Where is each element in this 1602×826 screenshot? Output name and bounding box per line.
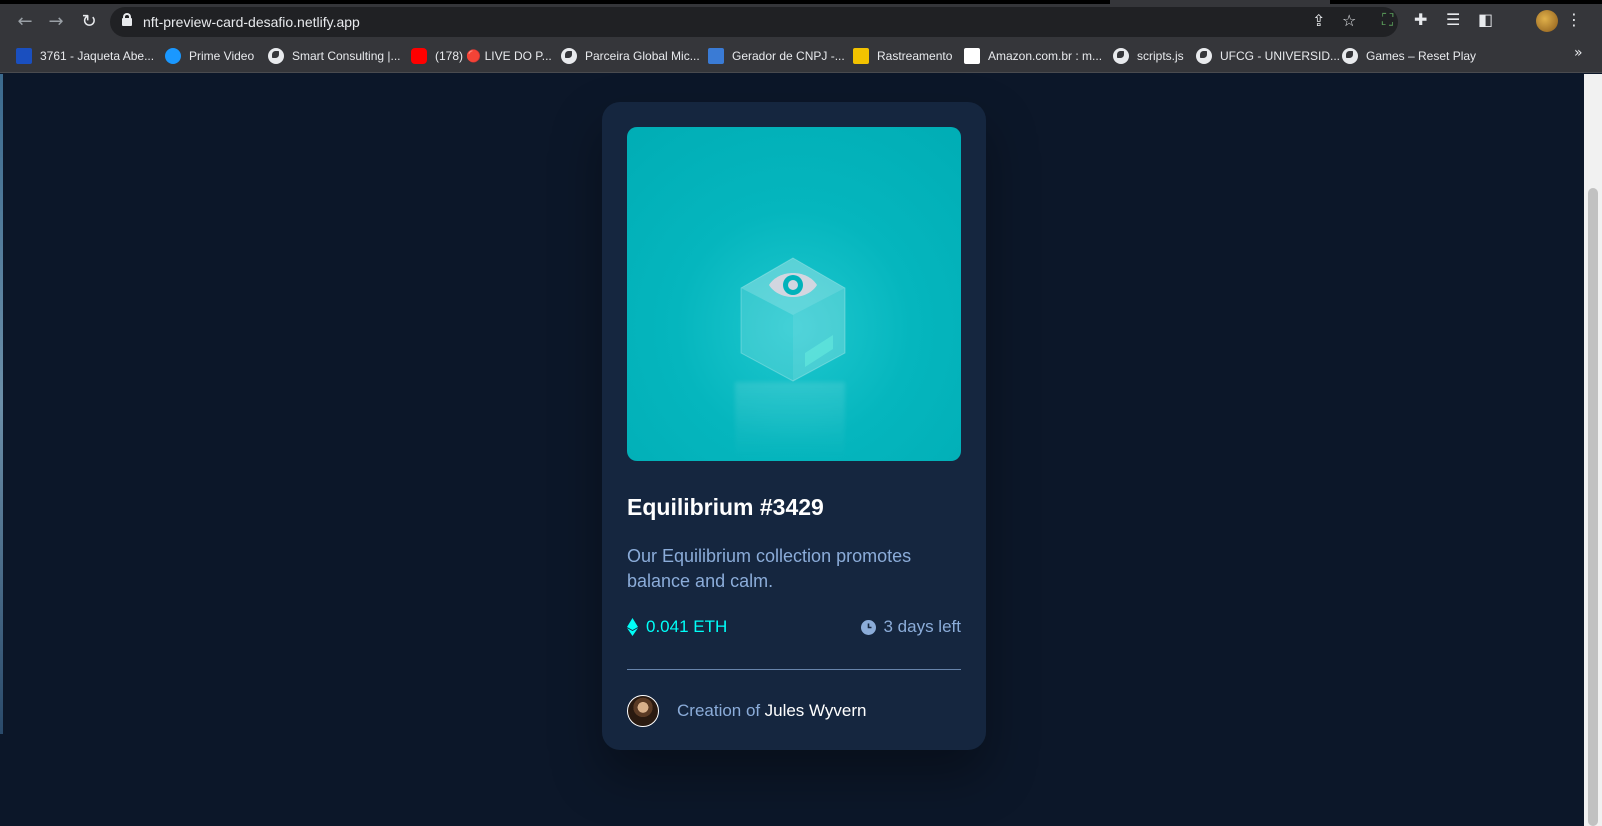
creator-prefix: Creation of [677, 701, 761, 720]
bookmarks-overflow-icon[interactable]: » [1574, 45, 1583, 61]
share-icon[interactable]: ⇪ [1312, 12, 1325, 30]
back-arrow-icon[interactable]: ← [12, 8, 38, 34]
nft-description: Our Equilibrium collection promotes bala… [627, 546, 912, 591]
creator-name[interactable]: Jules Wyvern [765, 701, 867, 720]
extension-screen-icon[interactable]: ⛶ [1382, 11, 1393, 29]
card-divider [627, 669, 961, 670]
bookmark-star-icon[interactable]: ☆ [1342, 12, 1356, 30]
bookmark-item[interactable]: Parceira Global Mic... [561, 47, 700, 65]
side-panel-icon[interactable]: ◧ [1478, 11, 1493, 29]
tab-strip-right [1330, 0, 1602, 4]
lock-icon[interactable] [122, 13, 132, 26]
clock-icon [860, 619, 876, 635]
nft-image[interactable] [627, 127, 961, 461]
creator-avatar [627, 695, 659, 727]
forward-arrow-icon[interactable]: → [43, 8, 69, 34]
bookmark-item[interactable]: Amazon.com.br : m... [964, 47, 1102, 65]
nft-card: Equilibrium #3429 Our Equilibrium collec… [602, 102, 986, 750]
globe-icon [561, 48, 577, 64]
creator-row: Creation of Jules Wyvern [627, 695, 867, 727]
amazon-icon [964, 48, 980, 64]
bookmark-item[interactable]: Games – Reset Play [1342, 47, 1476, 65]
bookmark-item[interactable]: 3761 - Jaqueta Abe... [16, 47, 154, 65]
scrollbar-thumb[interactable] [1588, 188, 1598, 826]
profile-avatar[interactable] [1536, 10, 1558, 32]
eye-icon [769, 273, 817, 297]
price-value: 0.041 ETH [646, 617, 728, 636]
media-queue-icon[interactable]: ☰ [1446, 11, 1460, 29]
window-edge [0, 74, 3, 734]
bookmark-item[interactable]: Rastreamento [853, 47, 952, 65]
time-left-value: 3 days left [883, 617, 962, 636]
extensions-puzzle-icon[interactable]: ✚ [1414, 11, 1427, 29]
nft-title[interactable]: Equilibrium #3429 [627, 494, 824, 521]
nft-time-left: 3 days left [860, 617, 962, 637]
globe-icon [1113, 48, 1129, 64]
globe-icon [1342, 48, 1358, 64]
r-logo-icon [16, 48, 32, 64]
globe-icon [268, 48, 284, 64]
tracking-icon [853, 48, 869, 64]
bookmark-item[interactable]: Prime Video [165, 47, 254, 65]
bookmark-item[interactable]: UFCG - UNIVERSID... [1196, 47, 1340, 65]
globe-icon [1196, 48, 1212, 64]
reload-icon[interactable]: ↻ [76, 8, 102, 34]
bookmark-item[interactable]: scripts.js [1113, 47, 1184, 65]
ethereum-icon [627, 618, 638, 636]
url-text[interactable]: nft-preview-card-desafio.netlify.app [143, 14, 360, 30]
tab-strip [0, 0, 1110, 4]
prime-video-icon [165, 48, 181, 64]
menu-kebab-icon[interactable]: ⋮ [1566, 11, 1582, 29]
cnpj-icon [708, 48, 724, 64]
bookmark-item[interactable]: Smart Consulting |... [268, 47, 401, 65]
nft-price: 0.041 ETH [627, 617, 727, 637]
browser-toolbar: ← → ↻ nft-preview-card-desafio.netlify.a… [0, 0, 1602, 40]
bookmark-item[interactable]: (178) 🔴 LIVE DO P... [411, 47, 552, 65]
youtube-icon [411, 48, 427, 64]
cube-reflection [735, 382, 845, 461]
bookmark-item[interactable]: Gerador de CNPJ -... [708, 47, 845, 65]
